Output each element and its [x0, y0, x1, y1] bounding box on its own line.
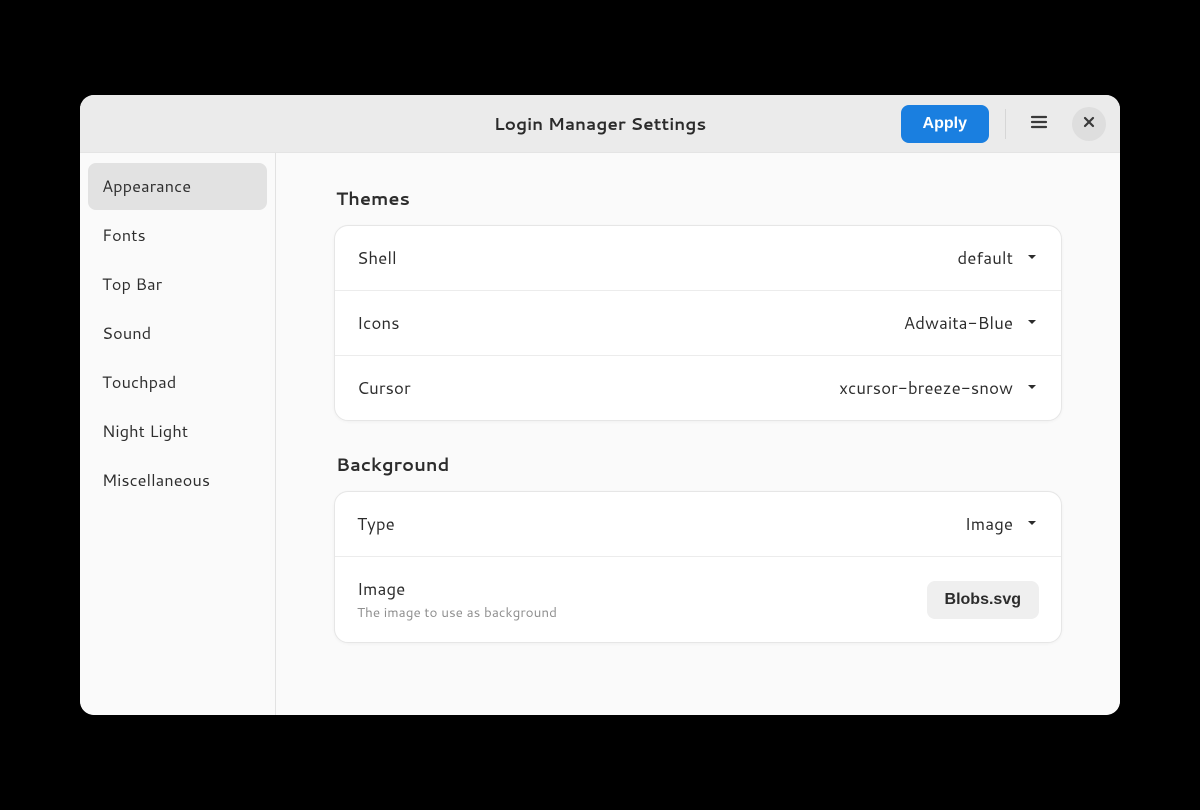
sidebar-item-night-light[interactable]: Night Light: [88, 408, 267, 455]
close-icon: [1082, 115, 1096, 132]
sidebar-item-appearance[interactable]: Appearance: [88, 163, 267, 210]
row-cursor-value-group: xcursor-breeze-snow: [839, 376, 1039, 400]
section-title-background: Background: [336, 451, 1062, 477]
chevron-down-icon: [1025, 512, 1039, 536]
sidebar-item-fonts[interactable]: Fonts: [88, 212, 267, 259]
row-shell-label: Shell: [357, 246, 397, 270]
content-area: Themes Shell default Icons Adwaita-Blue: [276, 153, 1120, 715]
row-icons-value-group: Adwaita-Blue: [904, 311, 1039, 335]
sidebar-item-touchpad[interactable]: Touchpad: [88, 359, 267, 406]
row-bg-type-value-group: Image: [965, 512, 1039, 536]
row-cursor-value: xcursor-breeze-snow: [839, 376, 1013, 400]
row-cursor[interactable]: Cursor xcursor-breeze-snow: [335, 356, 1061, 420]
row-icons[interactable]: Icons Adwaita-Blue: [335, 291, 1061, 356]
window-body: Appearance Fonts Top Bar Sound Touchpad …: [80, 153, 1120, 715]
row-cursor-label: Cursor: [357, 376, 411, 400]
section-title-themes: Themes: [336, 185, 1062, 211]
bg-image-file-button[interactable]: Blobs.svg: [927, 581, 1039, 619]
titlebar: Login Manager Settings Apply: [80, 95, 1120, 153]
sidebar-item-miscellaneous[interactable]: Miscellaneous: [88, 457, 267, 504]
hamburger-icon: [1030, 113, 1048, 134]
row-bg-image-left: Image The image to use as background: [357, 577, 557, 622]
row-bg-image-label: Image: [357, 577, 557, 601]
row-shell[interactable]: Shell default: [335, 226, 1061, 291]
row-bg-image-sub: The image to use as background: [357, 603, 557, 622]
chevron-down-icon: [1025, 376, 1039, 400]
chevron-down-icon: [1025, 311, 1039, 335]
settings-window: Login Manager Settings Apply Appearance …: [80, 95, 1120, 715]
sidebar-item-top-bar[interactable]: Top Bar: [88, 261, 267, 308]
row-bg-image-right: Blobs.svg: [927, 581, 1039, 619]
titlebar-separator: [1005, 109, 1006, 139]
row-shell-value-group: default: [957, 246, 1039, 270]
row-bg-type[interactable]: Type Image: [335, 492, 1061, 557]
sidebar-item-sound[interactable]: Sound: [88, 310, 267, 357]
row-bg-image: Image The image to use as background Blo…: [335, 557, 1061, 642]
hamburger-menu-button[interactable]: [1022, 107, 1056, 141]
close-button[interactable]: [1072, 107, 1106, 141]
sidebar: Appearance Fonts Top Bar Sound Touchpad …: [80, 153, 276, 715]
row-shell-value: default: [957, 246, 1013, 270]
row-icons-label: Icons: [357, 311, 400, 335]
background-card: Type Image Image The image to use as bac…: [334, 491, 1062, 643]
themes-card: Shell default Icons Adwaita-Blue: [334, 225, 1062, 421]
row-icons-value: Adwaita-Blue: [904, 311, 1013, 335]
chevron-down-icon: [1025, 246, 1039, 270]
apply-button[interactable]: Apply: [901, 105, 989, 143]
row-bg-type-value: Image: [965, 512, 1013, 536]
row-bg-type-label: Type: [357, 512, 395, 536]
titlebar-actions: Apply: [901, 105, 1106, 143]
